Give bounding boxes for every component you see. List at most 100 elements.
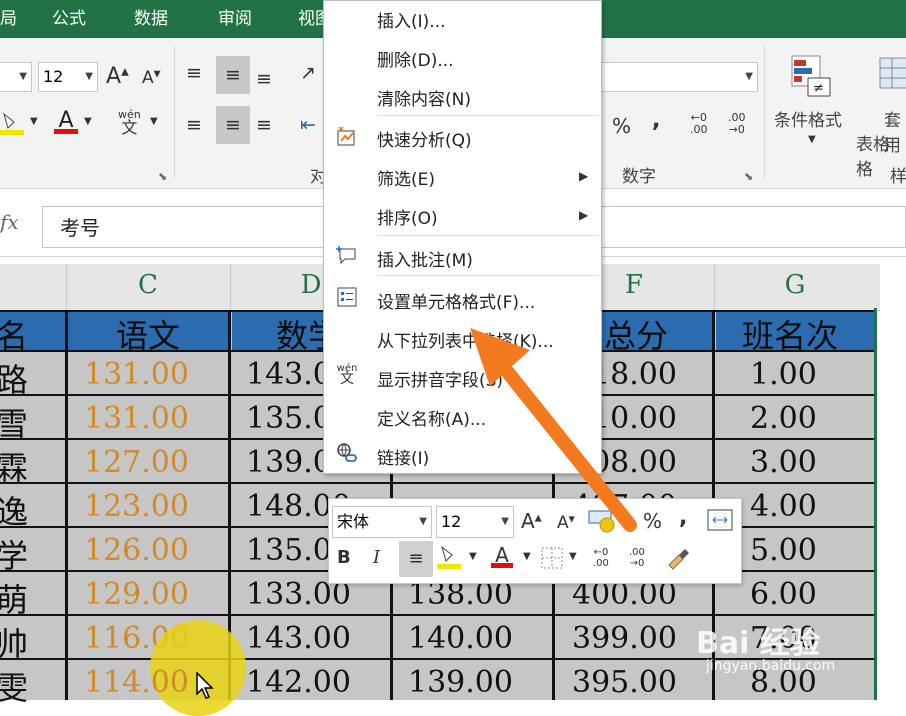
tab-data[interactable]: 数据 [134, 4, 168, 29]
cell-english[interactable]: 139.00 [408, 665, 513, 700]
tab-review[interactable]: 审阅 [218, 4, 252, 29]
selection-border [874, 308, 877, 700]
comma-style-icon[interactable]: , [652, 108, 660, 133]
fill-color-icon[interactable] [437, 543, 463, 576]
orientation-icon[interactable]: ↗ [300, 62, 316, 84]
chevron-down-icon: ▼ [85, 71, 93, 82]
cell-name[interactable]: 雪 [0, 399, 28, 445]
chevron-down-icon[interactable]: ▼ [84, 116, 92, 127]
font-color-icon[interactable]: A [491, 543, 513, 568]
comma-style-icon[interactable]: , [679, 505, 687, 530]
cell-rank[interactable]: 2.00 [750, 401, 817, 436]
cell-rank[interactable]: 4.00 [750, 489, 817, 524]
font-name-box[interactable]: ▼ [0, 62, 32, 92]
menu-separator [377, 115, 599, 116]
align-middle-icon[interactable]: ≡ [216, 56, 250, 94]
menu-item-sort[interactable]: 排序(O) [377, 204, 438, 229]
align-top-icon[interactable]: ≡ [186, 62, 202, 84]
align-right-icon[interactable]: ≡ [256, 114, 272, 136]
increase-decimal-icon[interactable]: ←0 .00 [690, 112, 708, 136]
column-header-g[interactable]: G [714, 270, 876, 300]
increase-decimal-icon[interactable]: ←0.00 [593, 547, 609, 569]
chevron-down-icon[interactable]: ▼ [30, 116, 38, 127]
align-center-icon[interactable]: ≡ [216, 106, 250, 144]
align-center-icon[interactable]: ≡ [399, 541, 433, 577]
cell-chinese[interactable]: 129.00 [84, 577, 189, 612]
decrease-decimal-icon[interactable]: .00 →0 [728, 112, 746, 136]
conditional-format-icon[interactable]: ≠ [790, 54, 832, 103]
menu-item-format-cells[interactable]: 设置单元格格式(F)... [377, 288, 535, 313]
mini-font-name[interactable]: 宋体 ▼ [332, 506, 432, 538]
insert-function-icon[interactable]: fx [0, 210, 19, 234]
cell-rank[interactable]: 3.00 [750, 445, 817, 480]
cell-chinese[interactable]: 131.00 [84, 357, 189, 392]
percent-style-icon[interactable]: % [612, 114, 631, 138]
italic-button[interactable]: I [373, 547, 380, 568]
menu-item-quick-analysis[interactable]: 快速分析(Q) [377, 126, 472, 151]
decrease-font-icon[interactable]: A▼ [142, 68, 161, 88]
chevron-down-icon[interactable]: ▼ [808, 134, 816, 145]
format-cells-icon [334, 286, 360, 313]
cell-rank[interactable]: 6.00 [750, 577, 817, 612]
align-left-icon[interactable]: ≡ [186, 114, 202, 136]
format-painter-icon[interactable] [665, 545, 691, 576]
grid-line [0, 614, 876, 616]
submenu-arrow-icon: ▶ [579, 208, 589, 222]
comment-icon [334, 243, 360, 272]
chevron-down-icon[interactable]: ▼ [569, 551, 577, 562]
cell-total[interactable]: 395.00 [572, 665, 677, 700]
cell-chinese[interactable]: 114.00 [84, 665, 189, 700]
decrease-indent-icon[interactable]: ⇤ [300, 114, 316, 136]
conditional-format-label[interactable]: 条件格式 [774, 106, 842, 131]
cell-name[interactable]: 逸 [0, 487, 28, 533]
cell-name[interactable]: 路 [0, 355, 28, 401]
pinyin-icon[interactable]: wén 文 [118, 108, 141, 136]
cell-rank[interactable]: 1.00 [750, 357, 817, 392]
cell-name[interactable]: 帅 [0, 619, 28, 665]
group-number-label: 数字 [622, 167, 656, 187]
tab-layout[interactable]: 局 [0, 4, 17, 29]
cell-english[interactable]: 140.00 [408, 621, 513, 656]
chevron-down-icon[interactable]: ▼ [150, 116, 158, 127]
align-bottom-icon[interactable]: ≡ [256, 68, 272, 90]
column-header-c[interactable]: C [66, 270, 230, 300]
cell-name[interactable]: 萌 [0, 575, 28, 621]
cell-chinese[interactable]: 131.00 [84, 401, 189, 436]
menu-item-delete[interactable]: 删除(D)... [377, 46, 454, 71]
cell-name[interactable]: 学 [0, 531, 28, 577]
fill-color-icon[interactable] [0, 110, 26, 141]
font-launcher-icon[interactable]: ⬊ [158, 170, 167, 183]
cell-chinese[interactable]: 123.00 [84, 489, 189, 524]
chevron-down-icon: ▼ [419, 516, 427, 527]
table-format-icon[interactable] [878, 56, 906, 95]
decrease-decimal-icon[interactable]: .00 →0 [629, 547, 645, 569]
grid-line [0, 482, 876, 484]
borders-icon[interactable] [541, 547, 563, 574]
merge-center-icon[interactable] [707, 509, 733, 536]
tab-formulas[interactable]: 公式 [52, 4, 86, 29]
cell-chinese[interactable]: 127.00 [84, 445, 189, 480]
increase-font-icon[interactable]: A▲ [106, 64, 129, 89]
font-size-value: 12 [43, 67, 64, 86]
cell-math[interactable]: 142.00 [246, 665, 351, 700]
cell-total[interactable]: 399.00 [572, 621, 677, 656]
menu-item-clear-contents[interactable]: 清除内容(N) [377, 85, 471, 110]
bold-button[interactable]: B [337, 547, 351, 568]
cell-math[interactable]: 143.00 [246, 621, 351, 656]
chevron-down-icon: ▼ [745, 71, 753, 82]
menu-item-insert-comment[interactable]: 插入批注(M) [377, 246, 473, 271]
chevron-down-icon[interactable]: ▼ [469, 551, 477, 562]
number-format-box[interactable]: ▼ [600, 62, 758, 92]
cell-rank[interactable]: 5.00 [750, 533, 817, 568]
chevron-down-icon[interactable]: ▼ [523, 551, 531, 562]
menu-item-filter[interactable]: 筛选(E) [377, 165, 435, 190]
font-size-box[interactable]: 12 ▼ [38, 62, 98, 92]
annotation-arrow-icon [470, 328, 637, 532]
cell-name[interactable]: 霖 [0, 443, 28, 489]
menu-item-link[interactable]: 链接(I) [377, 444, 429, 469]
number-launcher-icon[interactable]: ⬊ [744, 170, 753, 183]
cell-name[interactable]: 雯 [0, 663, 28, 709]
cell-chinese[interactable]: 126.00 [84, 533, 189, 568]
font-color-icon[interactable]: A [54, 108, 78, 134]
menu-item-insert[interactable]: 插入(I)... [377, 7, 446, 32]
